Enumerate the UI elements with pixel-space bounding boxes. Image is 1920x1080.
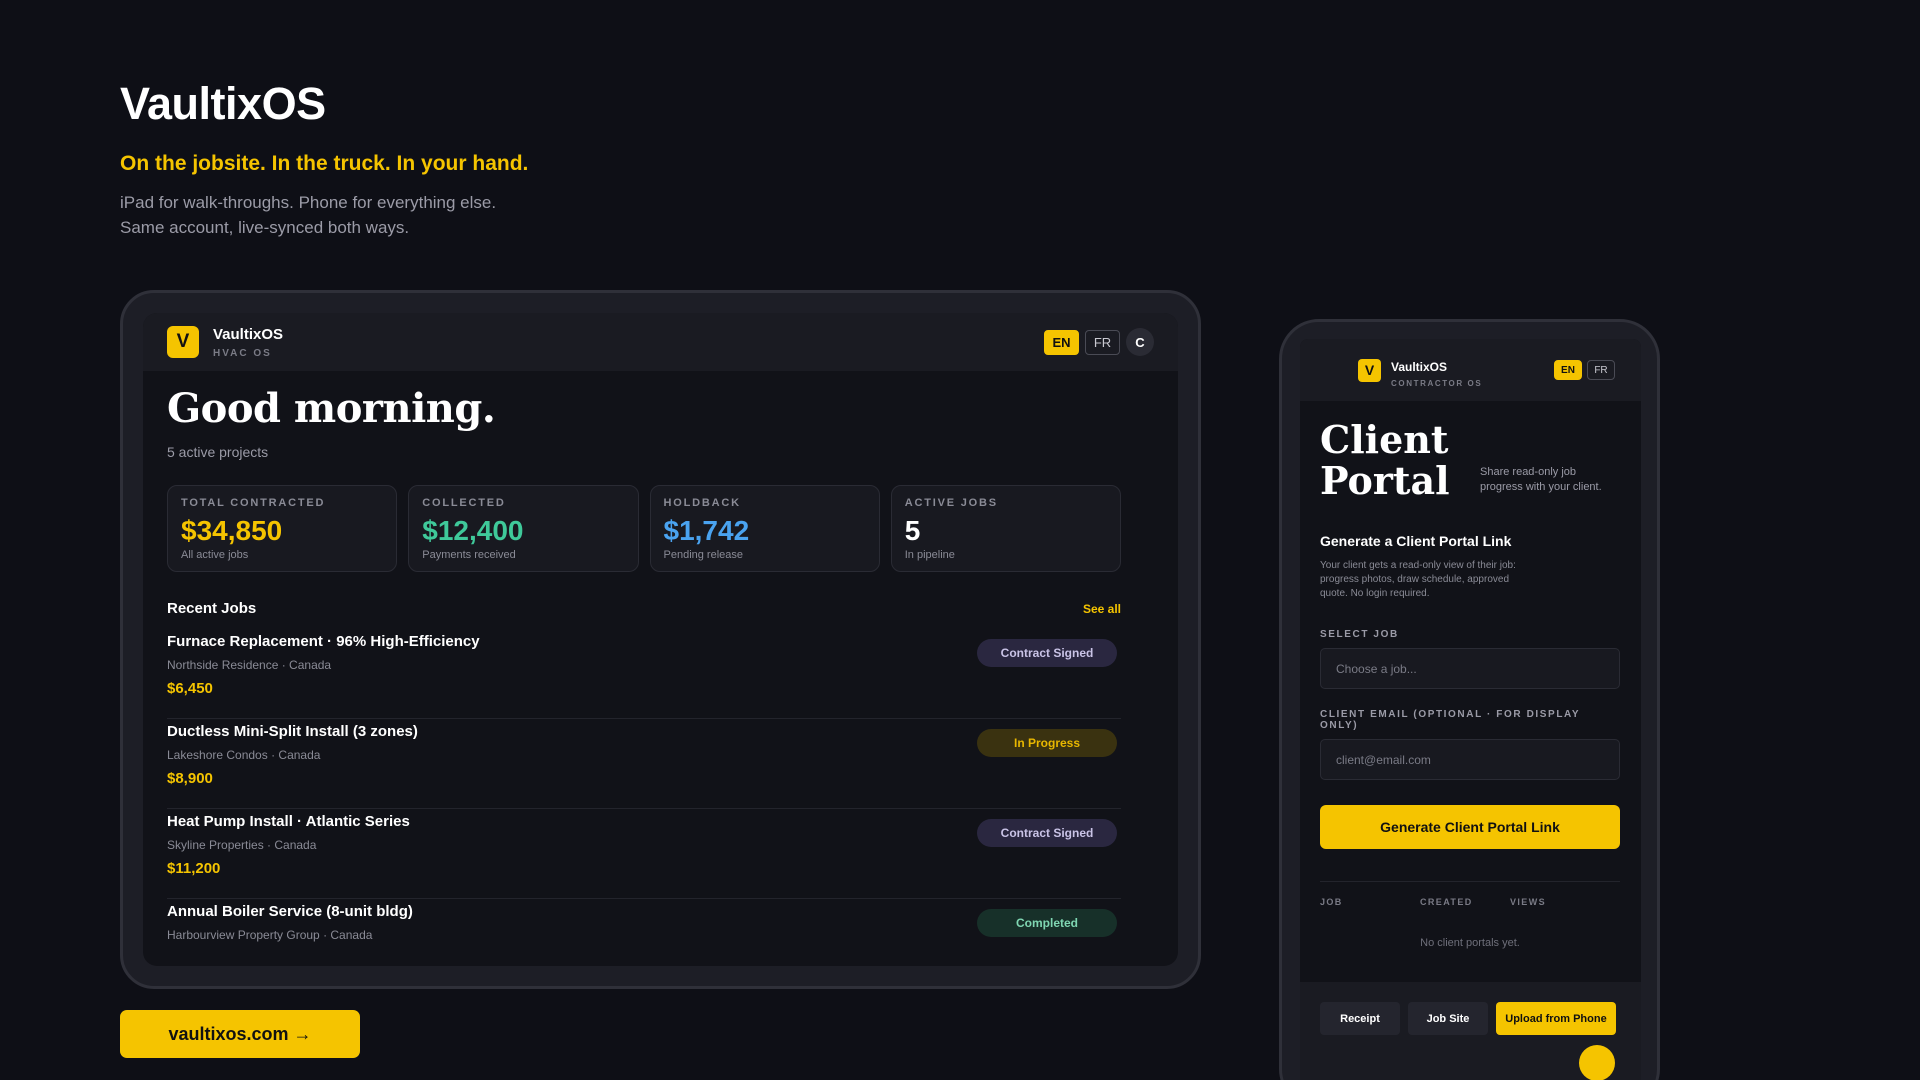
stat-value: $34,850 (181, 515, 283, 546)
hero-subtext-line-2: Same account, live-synced both ways. (120, 218, 410, 237)
client-portals-table: JOB CREATED VIEWS No client portals yet. (1320, 881, 1620, 949)
page-subtitle: Share read-only job progress with your c… (1480, 466, 1602, 493)
page-title: Client Portal (1320, 419, 1480, 501)
status-badge: In Progress (977, 729, 1117, 757)
stat-card-active-jobs[interactable]: ACTIVE JOBS 5 In pipeline (890, 485, 1121, 572)
hero-subtext-line-1: iPad for walk-throughs. Phone for everyt… (120, 193, 497, 212)
hero: VaultixOS On the jobsite. In the truck. … (120, 78, 528, 240)
brand-title: VaultixOS (120, 78, 326, 129)
stat-card-total-contracted[interactable]: TOTAL CONTRACTED $34,850 All active jobs (167, 485, 398, 572)
client-portal-page: Client Portal Share read-only job progre… (1300, 401, 1641, 949)
client-email-label: CLIENT EMAIL (OPTIONAL · FOR DISPLAY ONL… (1320, 709, 1581, 731)
generate-portal-link-button[interactable]: Generate Client Portal Link (1320, 805, 1620, 849)
hero-subtext: iPad for walk-throughs. Phone for everyt… (120, 190, 528, 240)
tablet-frame: V VaultixOS HVAC OS EN FR C Good morning… (120, 290, 1201, 989)
app-name: VaultixOS (1391, 360, 1448, 374)
receipt-button[interactable]: Receipt (1320, 1002, 1400, 1035)
app-logo[interactable]: V (1358, 358, 1381, 382)
language-switcher: EN FR (1554, 360, 1615, 380)
job-price: $6,450 (167, 680, 213, 697)
status-badge: Completed (977, 909, 1117, 937)
app-brand: VaultixOS CONTRACTOR OS (1391, 360, 1482, 388)
select-job-field[interactable] (1320, 648, 1620, 689)
column-header-created: CREATED (1420, 897, 1473, 907)
empty-state: No client portals yet. (1420, 937, 1520, 949)
job-location: Northside Residence · Canada (167, 658, 332, 672)
tablet-header: V VaultixOS HVAC OS EN FR C (143, 313, 1178, 371)
table-header: JOB CREATED VIEWS (1320, 897, 1620, 907)
greeting: Good morning. (167, 385, 496, 432)
stat-label: ACTIVE JOBS (904, 497, 998, 509)
stat-label: COLLECTED (422, 497, 506, 509)
dashboard: Good morning. 5 active projects TOTAL CO… (143, 371, 1178, 966)
section-heading: Generate a Client Portal Link (1320, 533, 1512, 549)
lang-en-button[interactable]: EN (1044, 329, 1079, 355)
job-row[interactable]: Annual Boiler Service (8-unit bldg) Harb… (167, 899, 1121, 966)
floating-action-button[interactable] (1579, 1045, 1615, 1080)
job-row[interactable]: Furnace Replacement · 96% High-Efficienc… (167, 629, 1121, 719)
stat-subtext: Pending release (663, 549, 744, 561)
job-row[interactable]: Ductless Mini-Split Install (3 zones) La… (167, 719, 1121, 809)
recent-jobs-title: Recent Jobs (167, 600, 257, 617)
see-all-link[interactable]: See all (1083, 602, 1121, 616)
recent-jobs-header: Recent Jobs See all (167, 600, 1121, 617)
job-price: $8,900 (167, 770, 213, 787)
stat-value: 5 (904, 515, 921, 546)
client-email-field[interactable] (1320, 739, 1620, 780)
stat-subtext: In pipeline (904, 549, 955, 561)
section-description: Your client gets a read-only view of the… (1320, 560, 1516, 599)
stats-row: TOTAL CONTRACTED $34,850 All active jobs… (167, 485, 1121, 572)
tagline: On the jobsite. In the truck. In your ha… (120, 152, 529, 175)
column-header-views: VIEWS (1510, 897, 1547, 907)
app-subtitle: CONTRACTOR OS (1391, 379, 1483, 388)
job-location: Skyline Properties · Canada (167, 838, 317, 852)
page-title-line-1: Client (1320, 417, 1449, 462)
column-header-job: JOB (1320, 897, 1343, 907)
job-price: $11,200 (167, 860, 221, 877)
app-subtitle: HVAC OS (213, 347, 272, 359)
select-job-label: SELECT JOB (1320, 629, 1399, 640)
job-site-button[interactable]: Job Site (1408, 1002, 1488, 1035)
stat-subtext: All active jobs (181, 549, 249, 561)
status-badge: Contract Signed (977, 639, 1117, 667)
bottom-action-bar: Receipt Job Site Upload from Phone (1300, 982, 1641, 1080)
page-title-line-2: Portal (1320, 458, 1450, 503)
stat-value: $12,400 (422, 515, 524, 546)
stat-card-collected[interactable]: COLLECTED $12,400 Payments received (408, 485, 639, 572)
app-name: VaultixOS (213, 325, 284, 343)
stat-label: TOTAL CONTRACTED (181, 497, 326, 509)
stat-subtext: Payments received (422, 549, 516, 561)
app-brand: VaultixOS HVAC OS (213, 326, 283, 359)
upload-from-phone-button[interactable]: Upload from Phone (1496, 1002, 1616, 1035)
user-avatar[interactable]: C (1126, 328, 1154, 356)
phone-frame: V VaultixOS CONTRACTOR OS EN FR Client P… (1279, 319, 1660, 1080)
status-badge: Contract Signed (977, 819, 1117, 847)
job-row[interactable]: Heat Pump Install · Atlantic Series Skyl… (167, 809, 1121, 899)
lang-fr-button[interactable]: FR (1587, 360, 1615, 380)
language-switcher: EN FR C (1044, 328, 1154, 356)
page-title-row: Client Portal Share read-only job progre… (1320, 419, 1621, 501)
recent-jobs-list: Furnace Replacement · 96% High-Efficienc… (167, 629, 1121, 966)
lang-en-button[interactable]: EN (1554, 360, 1582, 380)
active-projects-count: 5 active projects (167, 444, 269, 460)
stat-value: $1,742 (663, 515, 750, 546)
website-link-button[interactable]: vaultixos.com → (120, 1010, 360, 1058)
phone-header: V VaultixOS CONTRACTOR OS EN FR (1300, 339, 1641, 401)
lang-fr-button[interactable]: FR (1085, 329, 1120, 355)
stat-card-holdback[interactable]: HOLDBACK $1,742 Pending release (649, 485, 880, 572)
action-buttons: Receipt Job Site Upload from Phone (1320, 1002, 1616, 1035)
app-logo[interactable]: V (167, 326, 199, 358)
stat-label: HOLDBACK (663, 497, 741, 509)
job-location: Lakeshore Condos · Canada (167, 748, 321, 762)
phone-screen: V VaultixOS CONTRACTOR OS EN FR Client P… (1300, 339, 1641, 1080)
tablet-screen: V VaultixOS HVAC OS EN FR C Good morning… (143, 313, 1178, 966)
job-location: Harbourview Property Group · Canada (167, 928, 373, 942)
